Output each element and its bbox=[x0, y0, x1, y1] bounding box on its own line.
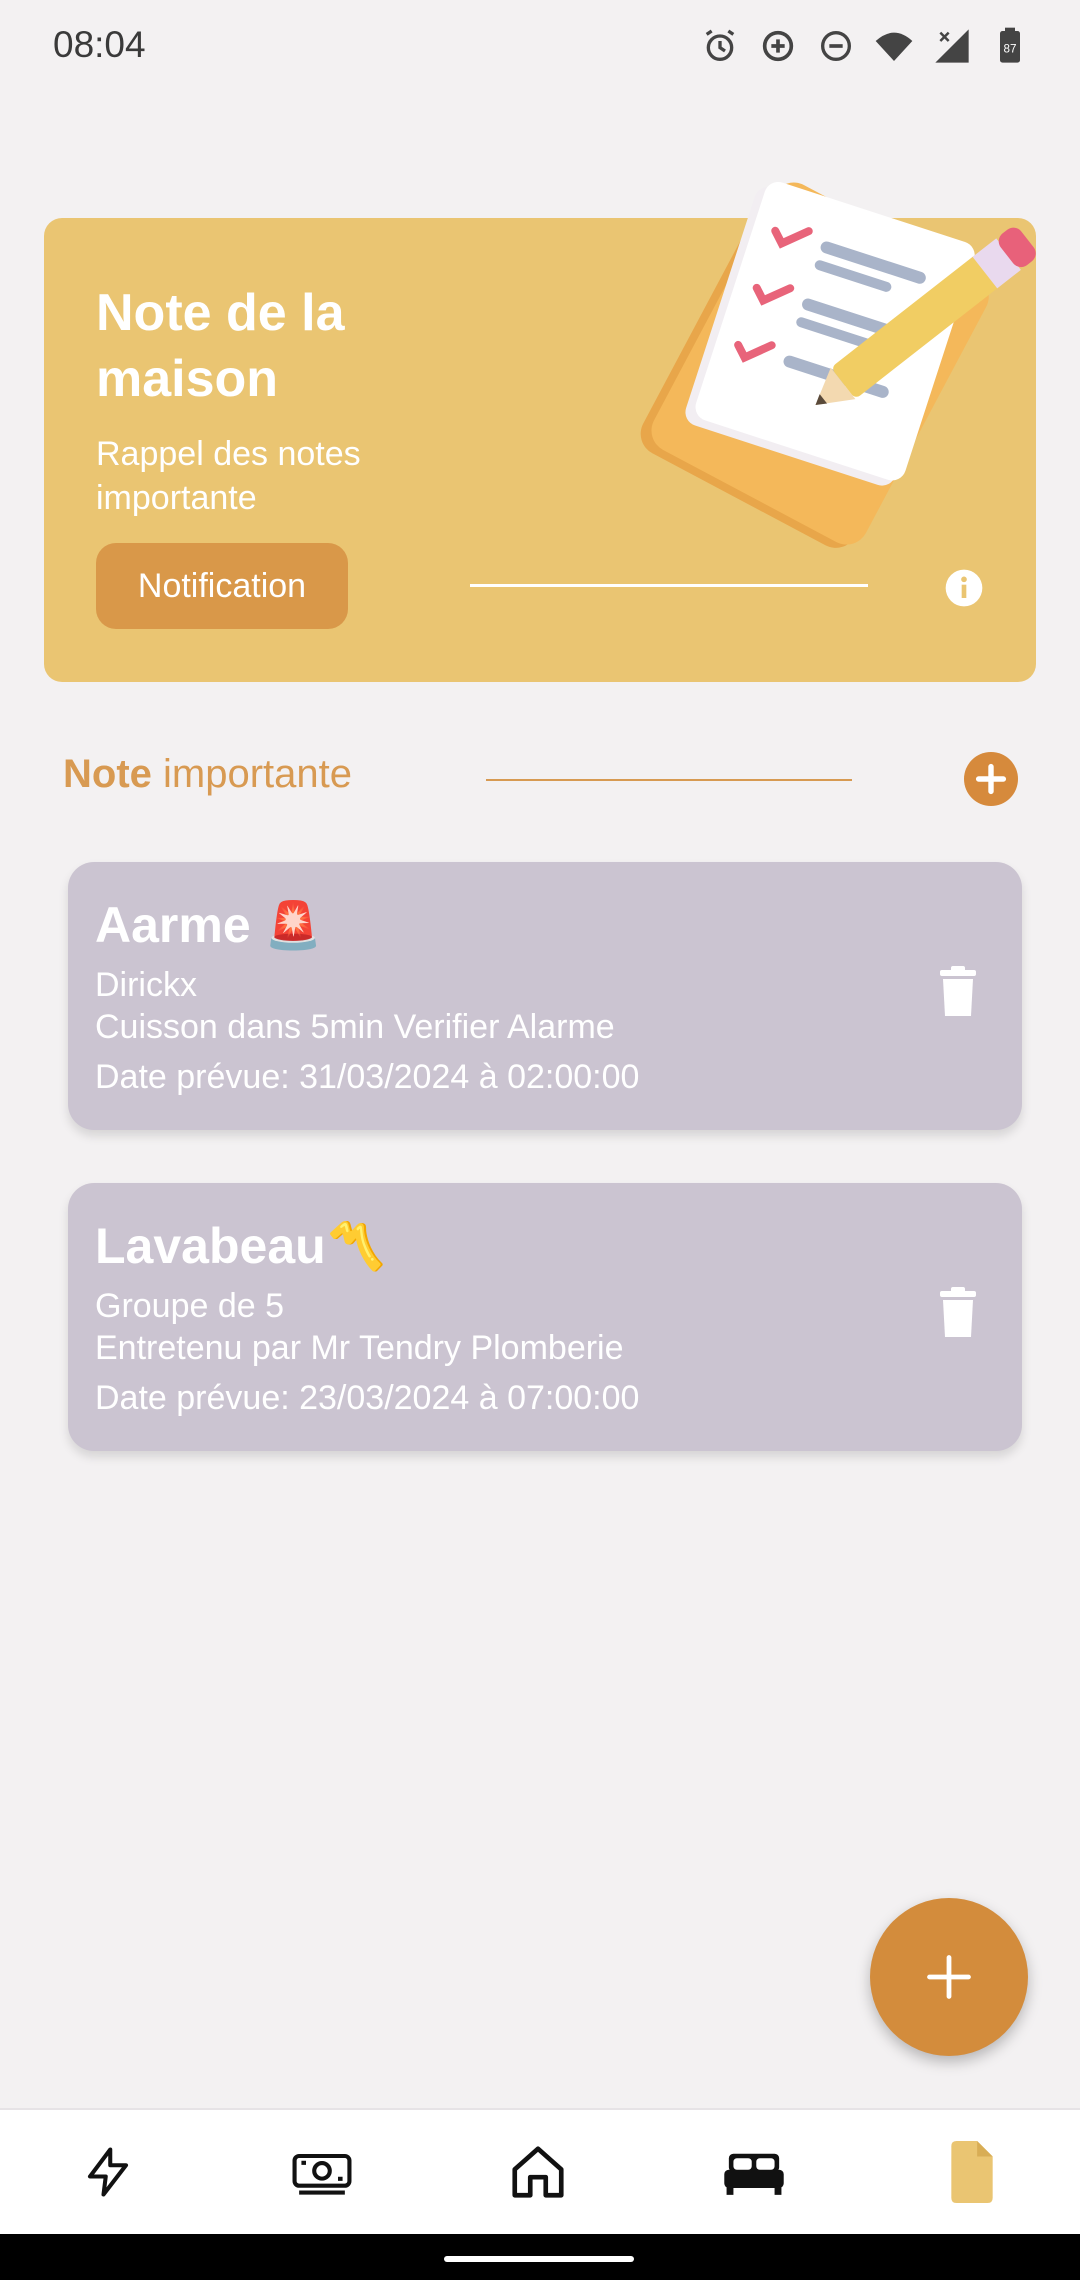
bed-icon[interactable] bbox=[722, 2140, 786, 2204]
lightning-icon[interactable] bbox=[76, 2140, 140, 2204]
note-description: Cuisson dans 5min Verifier Alarme bbox=[95, 1008, 615, 1046]
hero-subtitle: Rappel des notes importante bbox=[96, 435, 361, 517]
note-emoji: 🚨 bbox=[264, 898, 322, 951]
home-icon[interactable] bbox=[506, 2140, 570, 2204]
note-author: Dirickx bbox=[95, 966, 197, 1004]
note-author: Groupe de 5 bbox=[95, 1287, 285, 1325]
section-title-rest: importante bbox=[151, 752, 352, 796]
hero-card: Note de la maison Rappel des notes impor… bbox=[44, 181, 1036, 682]
note-card[interactable]: Aarme 🚨 Dirickx Cuisson dans 5min Verifi… bbox=[68, 862, 1022, 1130]
note-title-text: Lavabeau bbox=[95, 1218, 326, 1274]
trash-icon[interactable] bbox=[938, 1287, 978, 1339]
status-bar: 08:04 87 bbox=[0, 0, 1080, 90]
home-gesture-pill[interactable] bbox=[444, 2256, 634, 2262]
note-title: Aarme 🚨 bbox=[95, 896, 322, 954]
note-description: Entretenu par Mr Tendry Plomberie bbox=[95, 1329, 624, 1367]
notification-button[interactable]: Notification bbox=[96, 543, 348, 629]
section-title-bold: Note bbox=[63, 752, 152, 796]
wifi-icon bbox=[874, 26, 914, 66]
note-emoji: 〽️ bbox=[327, 1219, 385, 1272]
alarm-icon bbox=[700, 26, 740, 66]
svg-text:87: 87 bbox=[1004, 43, 1017, 56]
battery-icon: 87 bbox=[990, 26, 1030, 66]
hero-divider bbox=[470, 584, 868, 587]
plus-icon bbox=[927, 1955, 971, 1999]
hero-title: Note de la maison bbox=[96, 284, 345, 408]
section-title: Note importante bbox=[63, 752, 352, 797]
document-icon[interactable] bbox=[940, 2140, 1004, 2204]
trash-icon[interactable] bbox=[938, 966, 978, 1018]
note-title: Lavabeau 〽️ bbox=[95, 1217, 385, 1275]
note-title-text: Aarme bbox=[95, 897, 251, 953]
status-time: 08:04 bbox=[53, 24, 146, 65]
dnd-icon bbox=[816, 26, 856, 66]
section-divider bbox=[486, 779, 852, 781]
money-icon[interactable] bbox=[290, 2140, 354, 2204]
bottom-nav bbox=[0, 2108, 1080, 2236]
add-fab-button[interactable] bbox=[870, 1898, 1028, 2056]
notepad-illustration bbox=[554, 138, 1074, 558]
data-saver-icon bbox=[758, 26, 798, 66]
signal-icon bbox=[932, 26, 972, 66]
note-card[interactable]: Lavabeau 〽️ Groupe de 5 Entretenu par Mr… bbox=[68, 1183, 1022, 1451]
status-icons: 87 bbox=[700, 24, 1030, 68]
add-note-icon[interactable] bbox=[964, 752, 1018, 806]
note-date: Date prévue: 31/03/2024 à 02:00:00 bbox=[95, 1058, 640, 1096]
note-date: Date prévue: 23/03/2024 à 07:00:00 bbox=[95, 1379, 640, 1417]
info-icon[interactable] bbox=[944, 568, 984, 608]
